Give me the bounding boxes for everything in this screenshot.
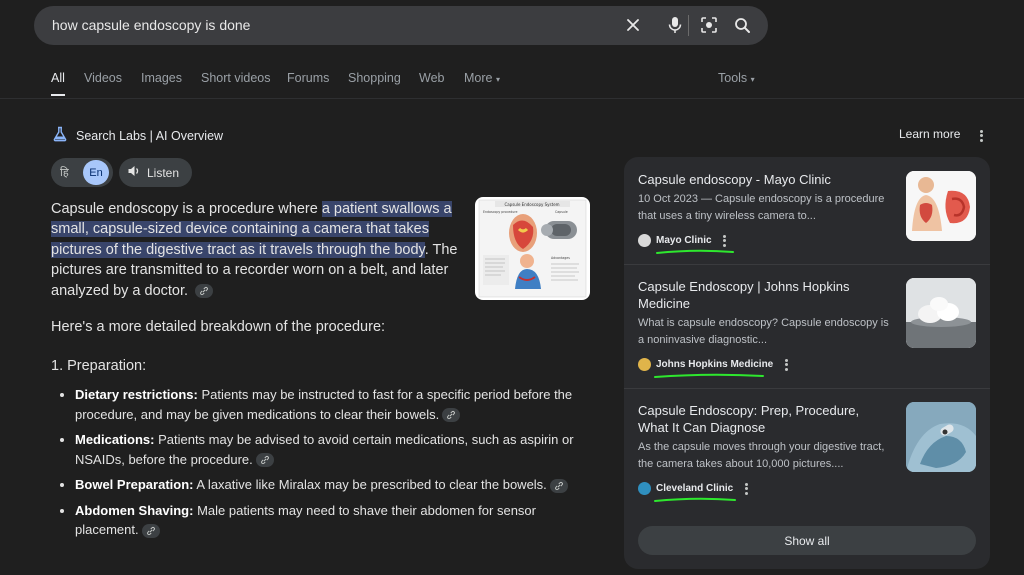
source-thumbnail[interactable] <box>906 171 976 241</box>
mayo-clinic-favicon-icon <box>638 234 651 247</box>
source-site[interactable]: Cleveland Clinic <box>638 481 748 496</box>
tab-web[interactable]: Web <box>419 71 444 85</box>
source-thumbnail[interactable] <box>906 402 976 472</box>
source-more-icon[interactable] <box>784 357 788 372</box>
step-preparation: 1. Preparation: <box>51 358 147 374</box>
sources-panel: Capsule endoscopy - Mayo Clinic 10 Oct 2… <box>624 157 990 569</box>
tab-shopping[interactable]: Shopping <box>348 71 401 85</box>
source-snippet: What is capsule endoscopy? Capsule endos… <box>638 317 889 346</box>
source-more-icon[interactable] <box>744 481 748 496</box>
source-site-name: Cleveland Clinic <box>656 483 734 494</box>
source-more-icon[interactable] <box>723 233 727 248</box>
card-divider <box>624 264 990 265</box>
source-thumbnail[interactable] <box>906 278 976 348</box>
learn-more-link[interactable]: Learn more <box>899 127 960 141</box>
bullet-term: Dietary restrictions: <box>75 387 198 402</box>
listen-button[interactable]: Listen <box>119 158 192 187</box>
citation-link-icon[interactable] <box>255 453 274 468</box>
source-site-name: Johns Hopkins Medicine <box>656 359 774 370</box>
bullet-term: Bowel Preparation: <box>75 477 194 492</box>
diagram-label-advantages: Advantages <box>551 256 570 260</box>
active-tab-indicator <box>51 94 65 96</box>
card-divider <box>624 388 990 389</box>
bullet-term: Medications: <box>75 432 155 447</box>
tab-forums[interactable]: Forums <box>287 71 329 85</box>
citation-link-icon[interactable] <box>442 408 461 423</box>
language-english[interactable]: En <box>83 160 109 185</box>
diagram-label-left: Endoscopy procedure <box>483 210 518 214</box>
diagram-label-right: Capsule <box>555 210 568 214</box>
clear-icon[interactable] <box>623 15 643 35</box>
search-divider <box>688 15 689 36</box>
microphone-icon[interactable] <box>665 15 685 35</box>
overview-more-icon[interactable] <box>979 128 983 143</box>
source-site-name: Mayo Clinic <box>656 235 712 246</box>
citation-link-icon[interactable] <box>195 283 214 298</box>
search-bar[interactable]: how capsule endoscopy is done <box>34 6 768 45</box>
bullet-term: Abdomen Shaving: <box>75 502 194 518</box>
diagram-title: Capsule Endoscopy System <box>504 202 559 207</box>
annotation-underline <box>654 373 764 378</box>
johns-hopkins-favicon-icon <box>638 358 651 371</box>
annotation-underline <box>654 497 736 502</box>
tab-more[interactable]: More ▾ <box>464 71 500 85</box>
intro-text-start: Capsule endoscopy is a procedure where <box>51 201 322 217</box>
show-all-button[interactable]: Show all <box>638 526 976 555</box>
citation-link-icon[interactable] <box>549 478 568 493</box>
header-divider <box>0 98 1024 99</box>
cleveland-clinic-favicon-icon <box>638 482 651 495</box>
list-item: Bowel Preparation: A laxative like Miral… <box>60 475 590 495</box>
tools-dropdown-icon: ▾ <box>750 75 755 84</box>
breakdown-intro: Here's a more detailed breakdown of the … <box>51 319 386 335</box>
overview-intro: Capsule endoscopy is a procedure where a… <box>51 199 471 301</box>
bullet-text: A laxative like Miralax may be prescribe… <box>193 477 547 492</box>
tab-images[interactable]: Images <box>141 71 182 85</box>
source-title[interactable]: Capsule Endoscopy: Prep, Procedure, What… <box>638 403 893 436</box>
source-snippet: As the capsule moves through your digest… <box>638 441 885 470</box>
lens-icon[interactable] <box>699 15 719 35</box>
listen-label: Listen <box>147 165 180 180</box>
search-input[interactable]: how capsule endoscopy is done <box>52 17 250 33</box>
tab-short-videos[interactable]: Short videos <box>201 71 270 85</box>
citation-link-icon[interactable] <box>141 523 160 538</box>
capsule-endoscopy-diagram[interactable]: Capsule Endoscopy System Endoscopy proce… <box>475 197 590 300</box>
source-snippet: 10 Oct 2023 — Capsule endoscopy is a pro… <box>638 193 885 222</box>
source-site[interactable]: Mayo Clinic <box>638 233 727 248</box>
list-item: Abdomen Shaving: Male patients may need … <box>60 501 590 540</box>
ai-overview-header: Search Labs | AI Overview <box>52 126 223 145</box>
tools-button[interactable]: Tools ▾ <box>718 71 755 85</box>
language-toggle[interactable]: हि En <box>51 158 113 187</box>
speaker-icon <box>127 164 141 181</box>
ai-overview-title: Search Labs | AI Overview <box>76 128 224 143</box>
search-icon[interactable] <box>732 15 752 35</box>
list-item: Dietary restrictions: Patients may be in… <box>60 385 590 424</box>
preparation-list: Dietary restrictions: Patients may be in… <box>60 385 590 546</box>
labs-flask-icon <box>52 126 68 145</box>
language-hindi[interactable]: हि <box>60 165 69 180</box>
source-title[interactable]: Capsule Endoscopy | Johns Hopkins Medici… <box>638 279 893 312</box>
source-title[interactable]: Capsule endoscopy - Mayo Clinic <box>638 172 893 189</box>
tab-videos[interactable]: Videos <box>84 71 122 85</box>
annotation-underline <box>656 249 734 254</box>
more-dropdown-icon: ▾ <box>495 75 500 84</box>
tab-all[interactable]: All <box>51 71 65 85</box>
list-item: Medications: Patients may be advised to … <box>60 430 590 469</box>
source-site[interactable]: Johns Hopkins Medicine <box>638 357 788 372</box>
